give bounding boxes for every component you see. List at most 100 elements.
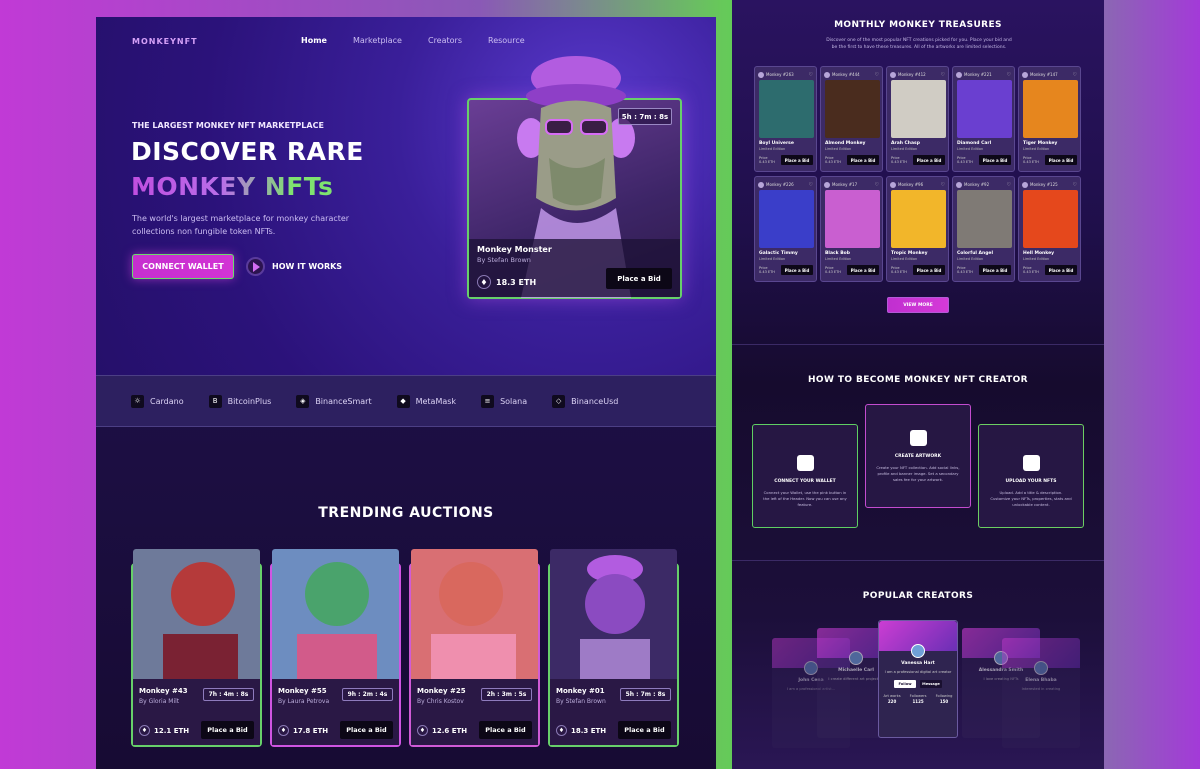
nft-name: Galactic Timmy (759, 251, 798, 256)
nft-price: Price 0.43 ETH (1023, 266, 1039, 274)
nft-edition: Limited Edition (759, 257, 786, 261)
place-bid-button[interactable]: Place a Bid (340, 721, 393, 739)
nft-card[interactable]: Monkey #17 ♡ Black Bob Limited Edition Price… (820, 176, 883, 282)
heart-icon[interactable]: ♡ (941, 72, 945, 78)
nft-card[interactable]: Monkey #221 ♡ Diamond Carl Limited Edition P… (952, 66, 1015, 172)
featured-nft-card[interactable]: 5h : 7m : 8s Monkey Monster By Stefan Br… (467, 56, 682, 299)
nft-card[interactable]: Monkey #412 ♡ Arah Chasp Limited Edition Pri… (886, 66, 949, 172)
nft-price: Price 0.43 ETH (891, 266, 907, 274)
featured-price-value: 18.3 ETH (496, 277, 537, 287)
nft-card-header: Monkey #412 ♡ (890, 70, 945, 79)
partner-binancesmart[interactable]: ◈ BinanceSmart (296, 394, 372, 408)
heart-icon[interactable]: ♡ (1073, 72, 1077, 78)
nft-place-bid-button[interactable]: Place a Bid (913, 155, 945, 165)
partner-binanceusd[interactable]: ◇ BinanceUsd (552, 394, 619, 408)
creator-avatar (1022, 181, 1028, 188)
creator-avatar (849, 651, 863, 665)
nft-place-bid-button[interactable]: Place a Bid (847, 265, 879, 275)
creator-card-featured[interactable]: Vanessa Hart I am a professional digital… (878, 620, 958, 738)
nft-image (891, 80, 946, 138)
creator-card[interactable]: Elena Bhaba Interested in creating (1002, 638, 1080, 748)
creator-bio: Interested in creating (1021, 687, 1061, 691)
place-bid-button[interactable]: Place a Bid (201, 721, 254, 739)
nav-marketplace[interactable]: Marketplace (353, 36, 402, 45)
nft-name: Hell Monkey (1023, 251, 1055, 256)
creator-name: Vanessa Hart (901, 661, 935, 666)
nft-place-bid-button[interactable]: Place a Bid (979, 265, 1011, 275)
partner-cardano[interactable]: ☼ Cardano (131, 394, 184, 408)
nft-place-bid-button[interactable]: Place a Bid (979, 155, 1011, 165)
nft-image (957, 80, 1012, 138)
featured-place-bid-button[interactable]: Place a Bid (606, 268, 672, 289)
nft-price: Price 0.43 ETH (957, 156, 973, 164)
auction-price-value: 18.3 ETH (571, 726, 607, 735)
heart-icon[interactable]: ♡ (1007, 72, 1011, 78)
partner-solana[interactable]: ≡ Solana (481, 394, 528, 408)
partner-bitcoinplus[interactable]: B BitcoinPlus (208, 394, 271, 408)
ethereum-icon: ♦ (278, 725, 289, 736)
heart-icon[interactable]: ♡ (809, 72, 813, 78)
nft-card[interactable]: Monkey #92 ♡ Colorful Angel Limited Edition… (952, 176, 1015, 282)
follow-button[interactable]: Follow (894, 680, 916, 688)
partner-label: BinanceUsd (571, 396, 619, 406)
nft-image (759, 190, 814, 248)
nft-name: Colorful Angel (957, 251, 994, 256)
nft-image (825, 190, 880, 248)
partner-label: Solana (500, 396, 528, 406)
place-bid-button[interactable]: Place a Bid (618, 721, 671, 739)
place-bid-button[interactable]: Place a Bid (479, 721, 532, 739)
connect-wallet-button[interactable]: CONNECT WALLET (132, 254, 234, 279)
nft-grid: Monkey #263 ♡ Boyl Universe Limited Edition… (754, 66, 1081, 282)
nft-name: Arah Chasp (891, 141, 920, 146)
nft-card-header: Monkey #221 ♡ (956, 70, 1011, 79)
nav-creators[interactable]: Creators (428, 36, 462, 45)
binancesmart-icon: ◈ (296, 394, 310, 408)
featured-card-footer: Monkey Monster By Stefan Brown ♦ 18.3 ET… (469, 239, 680, 297)
nft-tag: Monkey #263 (766, 72, 794, 77)
nft-image (825, 80, 880, 138)
auction-card[interactable]: Monkey #55 By Laura Petrova 9h : 2m : 4s… (270, 549, 401, 747)
nft-card[interactable]: Monkey #226 ♡ Galactic Timmy Limited Editio… (754, 176, 817, 282)
heart-icon[interactable]: ♡ (1007, 182, 1011, 188)
trending-auctions-title: TRENDING AUCTIONS (318, 505, 494, 521)
nft-place-bid-button[interactable]: Place a Bid (1045, 155, 1077, 165)
auction-price: ♦ 17.8 ETH (278, 725, 328, 736)
nft-place-bid-button[interactable]: Place a Bid (1045, 265, 1077, 275)
main-nav: Home Marketplace Creators Resource (301, 36, 525, 45)
logo[interactable]: MONKEYNFT (132, 37, 198, 46)
partner-metamask[interactable]: ◆ MetaMask (396, 394, 456, 408)
nft-card[interactable]: Monkey #96 ♡ Tropic Monkey Limited Edition P… (886, 176, 949, 282)
heart-icon[interactable]: ♡ (809, 182, 813, 188)
auction-card[interactable]: Monkey #25 By Chris Kostov 2h : 3m : 5s … (409, 549, 540, 747)
binanceusd-icon: ◇ (552, 394, 566, 408)
heart-icon[interactable]: ♡ (1073, 182, 1077, 188)
auction-image (133, 549, 260, 685)
nft-card[interactable]: Monkey #444 ♡ Almond Monkey Limited Edition… (820, 66, 883, 172)
nft-image (1023, 190, 1078, 248)
nft-card[interactable]: Monkey #147 ♡ Tiger Monkey Limited Edition P… (1018, 66, 1081, 172)
auction-timer: 2h : 3m : 5s (481, 688, 532, 701)
heart-icon[interactable]: ♡ (875, 72, 879, 78)
auction-card[interactable]: Monkey #43 By Gloria Milt 7h : 4m : 8s ♦… (131, 549, 262, 747)
heart-icon[interactable]: ♡ (941, 182, 945, 188)
nft-place-bid-button[interactable]: Place a Bid (781, 155, 813, 165)
nft-place-bid-button[interactable]: Place a Bid (847, 155, 879, 165)
view-more-button[interactable]: VIEW MORE (887, 297, 949, 313)
nav-resource[interactable]: Resource (488, 36, 525, 45)
ethereum-icon: ♦ (417, 725, 428, 736)
nft-card[interactable]: Monkey #125 ♡ Hell Monkey Limited Edition Pr… (1018, 176, 1081, 282)
nft-edition: Limited Edition (759, 147, 786, 151)
creator-avatar (1022, 71, 1028, 78)
nft-place-bid-button[interactable]: Place a Bid (913, 265, 945, 275)
auction-art (585, 574, 645, 634)
message-button[interactable]: Message (920, 680, 942, 688)
nav-home[interactable]: Home (301, 36, 327, 45)
nft-tag: Monkey #444 (832, 72, 860, 77)
nft-tag: Monkey #96 (898, 182, 924, 187)
auction-art (171, 562, 235, 626)
auction-card[interactable]: Monkey #01 By Stefan Brown 5h : 7m : 8s … (548, 549, 679, 747)
heart-icon[interactable]: ♡ (875, 182, 879, 188)
nft-card[interactable]: Monkey #263 ♡ Boyl Universe Limited Edition… (754, 66, 817, 172)
how-it-works-button[interactable]: HOW IT WORKS (246, 257, 342, 276)
nft-place-bid-button[interactable]: Place a Bid (781, 265, 813, 275)
